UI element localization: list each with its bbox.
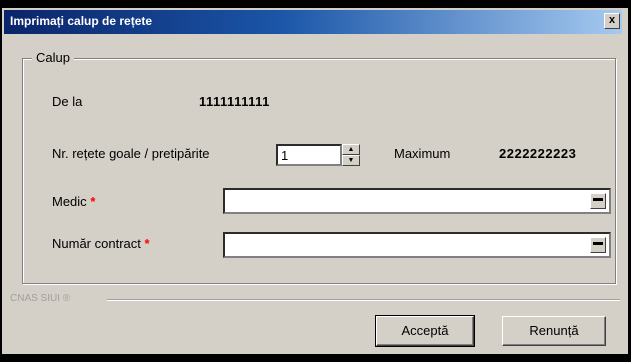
medic-lookup-button[interactable]: ▬ xyxy=(590,193,606,209)
increment-button[interactable]: ▲ xyxy=(342,144,360,155)
count-input[interactable] xyxy=(276,144,342,166)
screen-border-top xyxy=(0,0,631,8)
window-title: Imprimați calup de rețete xyxy=(10,14,153,28)
footer-divider xyxy=(107,299,620,301)
print-batch-dialog: Imprimați calup de rețete x Calup De la … xyxy=(2,8,628,354)
required-marker: * xyxy=(90,194,96,209)
contract-label-text: Număr contract xyxy=(52,236,141,251)
ellipsis-icon: ▬ xyxy=(593,193,603,204)
title-bar[interactable]: Imprimați calup de rețete x xyxy=(4,10,622,34)
contract-combo[interactable]: ▬ xyxy=(223,232,611,258)
close-icon: x xyxy=(608,14,616,26)
maximum-label: Maximum xyxy=(394,146,451,161)
count-stepper: ▲ ▼ xyxy=(276,144,360,166)
decrement-button[interactable]: ▼ xyxy=(342,155,360,166)
cancel-button[interactable]: Renunță xyxy=(502,316,606,346)
accept-button[interactable]: Acceptă xyxy=(375,315,475,347)
contract-lookup-button[interactable]: ▬ xyxy=(590,237,606,253)
count-label: Nr. rețete goale / pretipărite xyxy=(52,146,210,161)
arrow-up-icon: ▲ xyxy=(347,146,355,153)
medic-label-text: Medic xyxy=(52,194,87,209)
ellipsis-icon: ▬ xyxy=(593,237,603,248)
close-button[interactable]: x xyxy=(604,13,620,29)
group-title: Calup xyxy=(32,50,74,65)
screen-border-bottom xyxy=(0,354,631,362)
arrow-down-icon: ▼ xyxy=(347,157,355,164)
from-value: 1111111111 xyxy=(199,94,270,109)
maximum-value: 2222222223 xyxy=(499,146,577,161)
contract-label: Număr contract * xyxy=(52,236,150,251)
medic-label: Medic * xyxy=(52,194,95,209)
brand-label: CNAS SIUI ® xyxy=(10,293,71,304)
required-marker: * xyxy=(144,236,150,251)
from-label: De la xyxy=(52,94,83,109)
stepper-buttons: ▲ ▼ xyxy=(342,144,360,166)
medic-combo[interactable]: ▬ xyxy=(223,188,611,214)
